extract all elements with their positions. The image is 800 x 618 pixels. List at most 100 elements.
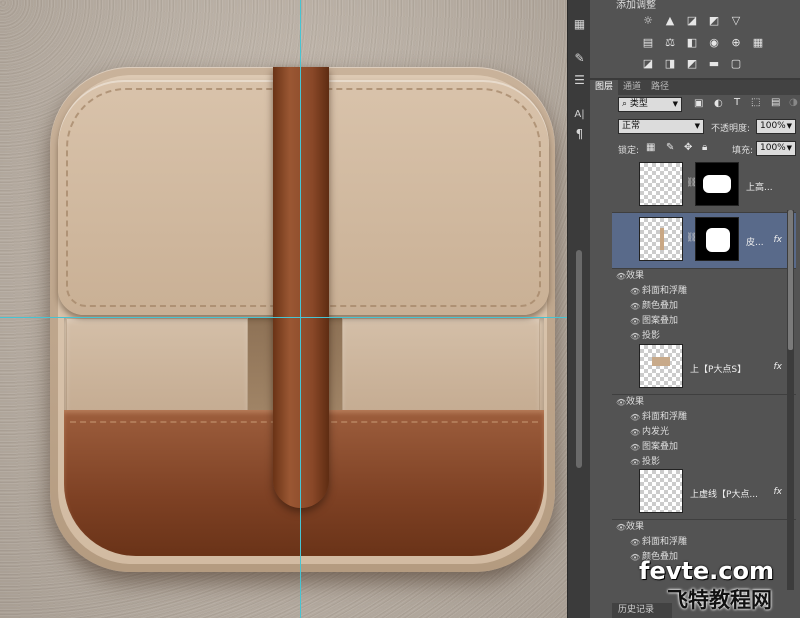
document-canvas[interactable]	[0, 0, 567, 618]
tab-paths[interactable]: 路径	[646, 80, 674, 95]
right-panels: 添加调整 ☼ ▲ ◪ ◩ ▽ ▤ ⚖ ◧ ◉ ⊕ ▦ ◪ ◨ ◩ ▬ ▢ 图层 …	[590, 0, 800, 618]
opacity-field[interactable]: 100% ▼	[756, 119, 796, 134]
shape-filter-icon[interactable]: ⬚	[751, 97, 760, 108]
effect-item[interactable]: 👁︎ 内发光	[612, 425, 796, 440]
photo-filter-icon[interactable]: ◉	[706, 34, 722, 50]
opacity-value: 100%	[760, 121, 786, 131]
visibility-eye-icon[interactable]: 👁︎	[616, 395, 626, 410]
effect-item[interactable]: 👁︎ 颜色叠加	[612, 299, 796, 314]
curves-icon[interactable]: ◪	[684, 12, 700, 28]
adjustments-row: ▤ ⚖ ◧ ◉ ⊕ ▦	[640, 34, 766, 50]
watermark-site-name: 飞特教程网	[667, 588, 772, 612]
layers-scrollbar[interactable]	[787, 210, 794, 590]
layer-thumbnail	[639, 217, 683, 261]
posterize-icon[interactable]: ◨	[662, 55, 678, 71]
effect-item[interactable]: 👁︎ 斜面和浮雕	[612, 410, 796, 425]
visibility-eye-icon[interactable]: 👁︎	[630, 284, 640, 299]
lock-all-icon[interactable]: 🔒︎	[702, 142, 707, 153]
effects-header[interactable]: 👁︎ 效果	[612, 395, 796, 410]
lock-label: 锁定:	[618, 146, 640, 156]
vibrance-icon[interactable]: ▽	[728, 12, 744, 28]
layer-name[interactable]: 上【P大点S】	[690, 362, 746, 375]
fx-badge[interactable]: fx	[774, 235, 783, 245]
left-pocket	[66, 318, 248, 412]
effects-header[interactable]: 👁︎ 效果	[612, 269, 796, 284]
lock-position-icon[interactable]: ✥	[684, 142, 692, 153]
channel-mixer-icon[interactable]: ⊕	[728, 34, 744, 50]
blend-mode-dropdown[interactable]: 正常 ▼	[618, 119, 704, 134]
adjustments-row: ☼ ▲ ◪ ◩ ▽	[640, 12, 744, 28]
photoshop-window: ▦ ✎ ☰ A| ¶ 添加调整 ☼ ▲ ◪ ◩ ▽ ▤ ⚖ ◧ ◉ ⊕ ▦ ◪ …	[0, 0, 800, 618]
filter-toggle-icon[interactable]: ◑	[789, 97, 798, 108]
tab-layers[interactable]: 图层	[590, 80, 619, 95]
effects-header[interactable]: 👁︎ 效果	[612, 520, 796, 535]
layers-panel-tabs: 图层 通道 路径	[590, 80, 800, 95]
black-white-icon[interactable]: ◧	[684, 34, 700, 50]
lock-transparent-icon[interactable]: ▦	[646, 142, 655, 153]
visibility-eye-icon[interactable]: 👁︎	[630, 425, 640, 440]
visibility-eye-icon[interactable]: 👁︎	[616, 269, 626, 284]
layer-mask-thumbnail[interactable]	[695, 217, 739, 261]
color-lookup-icon[interactable]: ▦	[750, 34, 766, 50]
exposure-icon[interactable]: ◩	[706, 12, 722, 28]
horizontal-guide[interactable]	[0, 317, 567, 318]
visibility-eye-icon[interactable]: 👁︎	[616, 520, 626, 535]
invert-icon[interactable]: ◪	[640, 55, 656, 71]
layer-thumbnail	[639, 162, 683, 206]
brightness-icon[interactable]: ☼	[640, 12, 656, 28]
color-balance-icon[interactable]: ⚖	[662, 34, 678, 50]
lock-image-icon[interactable]: ✎	[666, 142, 674, 153]
levels-icon[interactable]: ▲	[662, 12, 678, 28]
effect-item[interactable]: 👁︎ 斜面和浮雕	[612, 284, 796, 299]
filter-type-value: 类型	[629, 99, 648, 109]
effect-item[interactable]: 👁︎ 图案叠加	[612, 440, 796, 455]
pixel-filter-icon[interactable]: ▣	[694, 98, 703, 109]
mask-shape	[703, 175, 731, 193]
site-watermark: fevte.com 飞特教程网	[633, 555, 800, 618]
selective-color-icon[interactable]: ▢	[728, 55, 744, 71]
type-filter-icon[interactable]: T	[734, 97, 740, 108]
chevron-down-icon: ▼	[786, 144, 792, 152]
chevron-down-icon: ▼	[694, 122, 700, 130]
visibility-eye-icon[interactable]: 👁︎	[630, 410, 640, 425]
fx-badge[interactable]: fx	[774, 362, 783, 372]
effect-item[interactable]: 👁︎ 斜面和浮雕	[612, 535, 796, 550]
leather-strap	[273, 67, 329, 508]
layer-name[interactable]: 上高...	[746, 180, 773, 193]
fx-badge[interactable]: fx	[774, 487, 783, 497]
adjustments-row: ◪ ◨ ◩ ▬ ▢	[640, 55, 744, 71]
fill-label: 填充:	[732, 146, 754, 156]
visibility-eye-icon[interactable]: 👁︎	[630, 440, 640, 455]
layer-row[interactable]: 👁︎ 上虚线【P大点... fx	[612, 465, 796, 520]
visibility-eye-icon[interactable]: 👁︎	[630, 299, 640, 314]
paragraph-icon[interactable]: ¶	[571, 126, 588, 143]
tab-channels[interactable]: 通道	[618, 80, 646, 95]
layer-row[interactable]: 👁︎ ⛓ 上高...	[612, 158, 796, 213]
thumb-strap-shape	[660, 228, 664, 250]
vertical-guide[interactable]	[300, 0, 301, 618]
notes-icon[interactable]: ▦	[571, 16, 588, 33]
smart-object-filter-icon[interactable]: ▤	[771, 97, 780, 108]
layer-mask-thumbnail[interactable]	[695, 162, 739, 206]
visibility-eye-icon[interactable]: 👁︎	[630, 314, 640, 329]
adjustment-filter-icon[interactable]: ◐	[714, 98, 723, 109]
gradient-map-icon[interactable]: ▬	[706, 55, 722, 71]
layer-row-selected[interactable]: 👁︎ ⛓ 皮... fx	[612, 213, 796, 269]
character-icon[interactable]: A|	[571, 106, 588, 123]
threshold-icon[interactable]: ◩	[684, 55, 700, 71]
layer-filter-dropdown[interactable]: ⌕ 类型 ▼	[618, 97, 682, 112]
effect-item[interactable]: 👁︎ 图案叠加	[612, 314, 796, 329]
layers-scrollbar-thumb[interactable]	[788, 210, 793, 350]
adjust-sliders-icon[interactable]: ☰	[571, 72, 588, 89]
hue-saturation-icon[interactable]: ▤	[640, 34, 656, 50]
layer-effects-list: 👁︎ 效果 👁︎ 斜面和浮雕 👁︎ 颜色叠加 👁︎ 图案叠加 👁︎ 投影	[612, 269, 796, 344]
brush-settings-icon[interactable]: ✎	[571, 50, 588, 67]
layer-name[interactable]: 皮...	[746, 235, 764, 248]
fill-field[interactable]: 100% ▼	[756, 141, 796, 156]
thumb-shape	[652, 357, 670, 366]
pocket-gap	[248, 318, 276, 412]
visibility-eye-icon[interactable]: 👁︎	[630, 535, 640, 550]
layer-row[interactable]: 👁︎ 上【P大点S】 fx	[612, 340, 796, 395]
layer-name[interactable]: 上虚线【P大点...	[690, 487, 758, 500]
tool-strip-scrollbar[interactable]	[576, 250, 582, 468]
